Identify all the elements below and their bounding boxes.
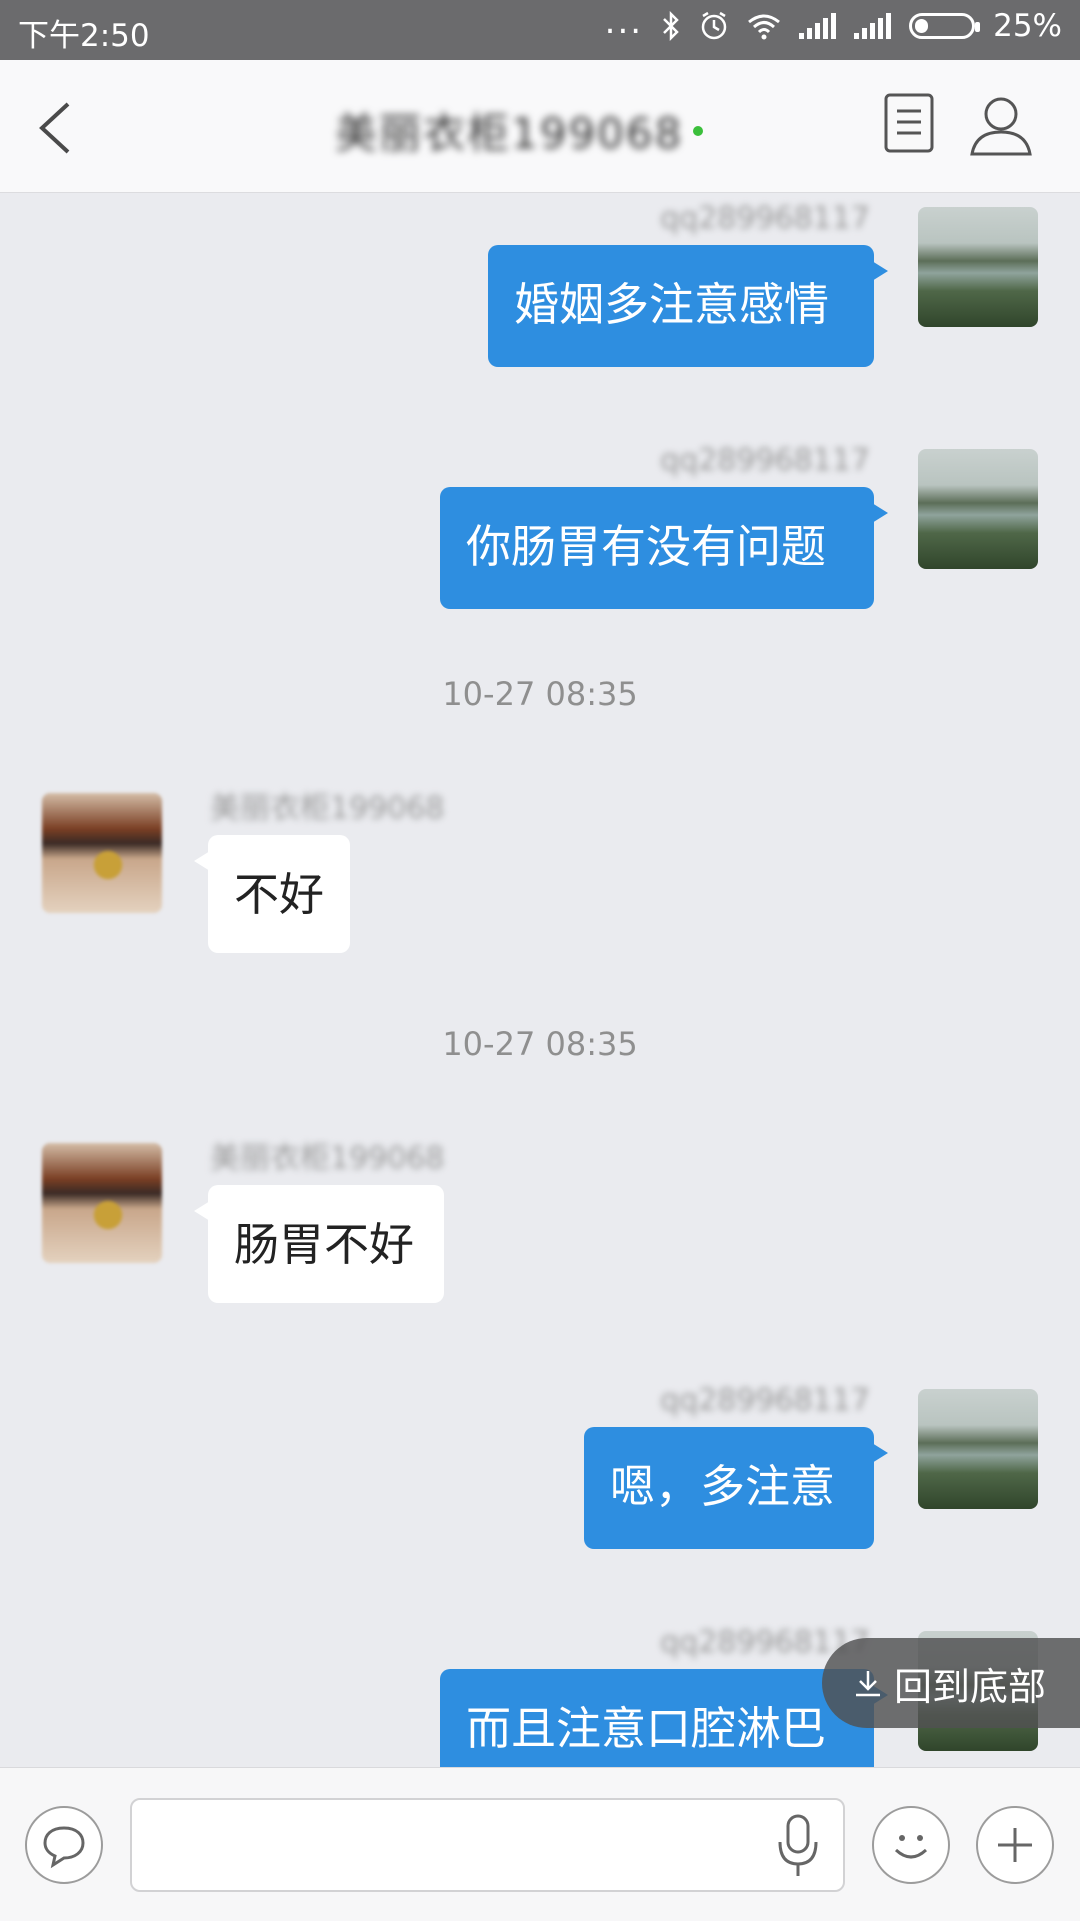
status-bar: 下午2:50 ... 25%	[0, 0, 1080, 60]
chat-title: 美丽衣柜199068	[335, 109, 684, 158]
voice-input-button[interactable]	[773, 1812, 823, 1880]
message-bubble[interactable]: 不好	[194, 835, 350, 953]
message-bubble[interactable]: 肠胃不好	[194, 1185, 444, 1303]
download-arrow-icon	[856, 1671, 880, 1697]
more-notifications-icon: ...	[604, 2, 644, 42]
status-time: 下午2:50	[18, 18, 150, 54]
more-actions-button[interactable]	[976, 1806, 1054, 1884]
voice-switch-button[interactable]	[25, 1806, 103, 1884]
emoji-button[interactable]	[872, 1806, 950, 1884]
plus-icon	[998, 1828, 1032, 1862]
back-button[interactable]	[30, 98, 80, 158]
signal-icon	[854, 13, 892, 39]
battery-icon	[909, 13, 981, 39]
message-bubble[interactable]: 婚姻多注意感情	[488, 245, 888, 367]
sender-name: qq289968117	[660, 1383, 870, 1418]
message-bubble[interactable]: 你肠胃有没有问题	[440, 487, 888, 609]
message-outgoing: qq289968117 你肠胃有没有问题	[0, 435, 1080, 609]
sender-name: 美丽衣柜199068	[210, 1141, 445, 1176]
message-incoming: 美丽衣柜199068 肠胃不好	[0, 1133, 1080, 1333]
sender-name: qq289968117	[660, 443, 870, 478]
sender-name: 美丽衣柜199068	[210, 791, 445, 826]
message-timestamp: 10-27 08:35	[442, 675, 638, 713]
back-to-bottom-label: 回到底部	[894, 1664, 1047, 1709]
chat-files-button[interactable]	[883, 92, 935, 154]
avatar[interactable]	[42, 793, 162, 913]
avatar[interactable]	[42, 1143, 162, 1263]
back-to-bottom-button[interactable]: 回到底部	[822, 1638, 1080, 1728]
avatar[interactable]	[918, 207, 1038, 327]
alarm-icon	[701, 11, 727, 40]
message-outgoing: qq289968117 婚姻多注意感情	[0, 193, 1080, 367]
message-timestamp: 10-27 08:35	[442, 1025, 638, 1063]
message-input[interactable]	[130, 1798, 845, 1892]
sender-name: qq289968117	[660, 201, 870, 236]
online-status-dot	[693, 125, 704, 136]
message-incoming: 美丽衣柜199068 不好	[0, 783, 1080, 983]
message-bubble[interactable]: 而且注意口腔淋巴	[440, 1669, 888, 1767]
avatar[interactable]	[918, 449, 1038, 569]
message-bubble[interactable]: 嗯，多注意	[584, 1427, 888, 1549]
document-icon	[884, 93, 934, 153]
user-icon	[970, 97, 1032, 156]
message-list[interactable]: qq289968117 婚姻多注意感情 qq289968117 你肠胃有没有问题…	[0, 193, 1080, 1767]
battery-percent: 25%	[993, 8, 1062, 44]
signal-icon	[799, 13, 837, 39]
message-outgoing: qq289968117 嗯，多注意	[0, 1375, 1080, 1549]
avatar[interactable]	[918, 1389, 1038, 1509]
chat-bubble-icon	[43, 1826, 85, 1869]
wifi-icon	[748, 14, 781, 40]
chevron-left-icon	[39, 102, 70, 154]
chat-header: 美丽衣柜199068	[0, 60, 1080, 193]
bluetooth-icon	[663, 11, 679, 41]
input-bar	[0, 1767, 1080, 1921]
chat-title-wrap: 美丽衣柜199068	[335, 100, 704, 161]
smiley-icon	[894, 1835, 928, 1859]
profile-button[interactable]	[968, 92, 1034, 158]
microphone-icon	[778, 1814, 818, 1876]
